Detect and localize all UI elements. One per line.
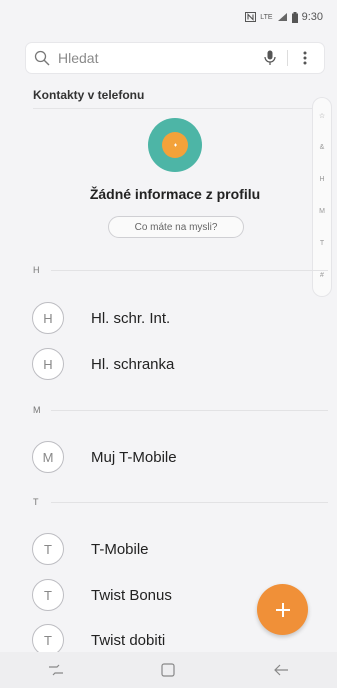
status-bar: LTE 9:30 — [0, 0, 337, 34]
navigation-bar — [0, 652, 337, 688]
section-title: Kontakty v telefonu — [33, 88, 145, 102]
contact-name: Hl. schranka — [91, 355, 175, 373]
index-item-ampersand[interactable]: & — [313, 144, 331, 151]
profile-avatar[interactable] — [148, 118, 202, 172]
status-time: 9:30 — [301, 11, 323, 23]
index-item-m[interactable]: M — [313, 208, 331, 215]
add-contact-button[interactable] — [257, 584, 308, 635]
mic-icon[interactable] — [259, 47, 281, 69]
search-input[interactable] — [56, 49, 259, 67]
profile-title: Žádné informace z profilu — [89, 186, 261, 202]
search-bar[interactable] — [26, 43, 324, 73]
contact-name: Twist dobiti — [91, 631, 166, 649]
contact-item[interactable]: H Hl. schranka — [32, 346, 312, 382]
contact-avatar: T — [32, 533, 64, 565]
network-type-label: LTE — [260, 13, 273, 21]
signal-icon — [277, 12, 288, 22]
contact-avatar: H — [32, 302, 64, 334]
home-icon — [161, 663, 176, 677]
letter-divider-m: M — [33, 403, 328, 417]
index-item-t[interactable]: T — [313, 240, 331, 247]
letter-label: M — [33, 405, 41, 415]
recent-apps-button[interactable] — [36, 655, 76, 685]
letter-divider-h: H — [33, 263, 328, 277]
index-item-h[interactable]: H — [313, 176, 331, 183]
contact-name: Muj T-Mobile — [91, 448, 177, 466]
battery-icon — [291, 11, 298, 23]
back-arrow-icon — [273, 664, 288, 676]
profile-status-button[interactable]: Co máte na mysli? — [108, 216, 244, 238]
search-divider — [287, 50, 288, 66]
recent-apps-icon — [49, 664, 64, 676]
contact-item[interactable]: T T-Mobile — [32, 531, 312, 567]
profile-avatar-inner — [162, 132, 188, 158]
divider-line — [51, 501, 328, 503]
letter-divider-t: T — [33, 495, 328, 509]
contact-name: Hl. schr. Int. — [91, 309, 171, 327]
back-button[interactable] — [261, 655, 301, 685]
search-icon — [34, 50, 50, 66]
contact-item[interactable]: H Hl. schr. Int. — [32, 300, 312, 336]
plus-icon — [275, 602, 290, 617]
section-divider — [33, 108, 315, 109]
divider-line — [51, 269, 328, 271]
divider-line — [51, 409, 328, 411]
letter-label: H — [33, 265, 40, 275]
contact-avatar: H — [32, 348, 64, 380]
profile-spark-icon — [174, 143, 177, 147]
contact-name: T-Mobile — [91, 540, 149, 558]
index-item-favorites[interactable]: ☆ — [313, 112, 331, 120]
contact-name: Twist Bonus — [91, 586, 172, 604]
nfc-icon — [245, 12, 257, 22]
contact-item[interactable]: M Muj T-Mobile — [32, 439, 312, 475]
contact-avatar: M — [32, 441, 64, 473]
more-vert-icon[interactable] — [294, 47, 316, 69]
home-button[interactable] — [148, 655, 188, 685]
contact-avatar: T — [32, 579, 64, 611]
letter-label: T — [33, 497, 39, 507]
